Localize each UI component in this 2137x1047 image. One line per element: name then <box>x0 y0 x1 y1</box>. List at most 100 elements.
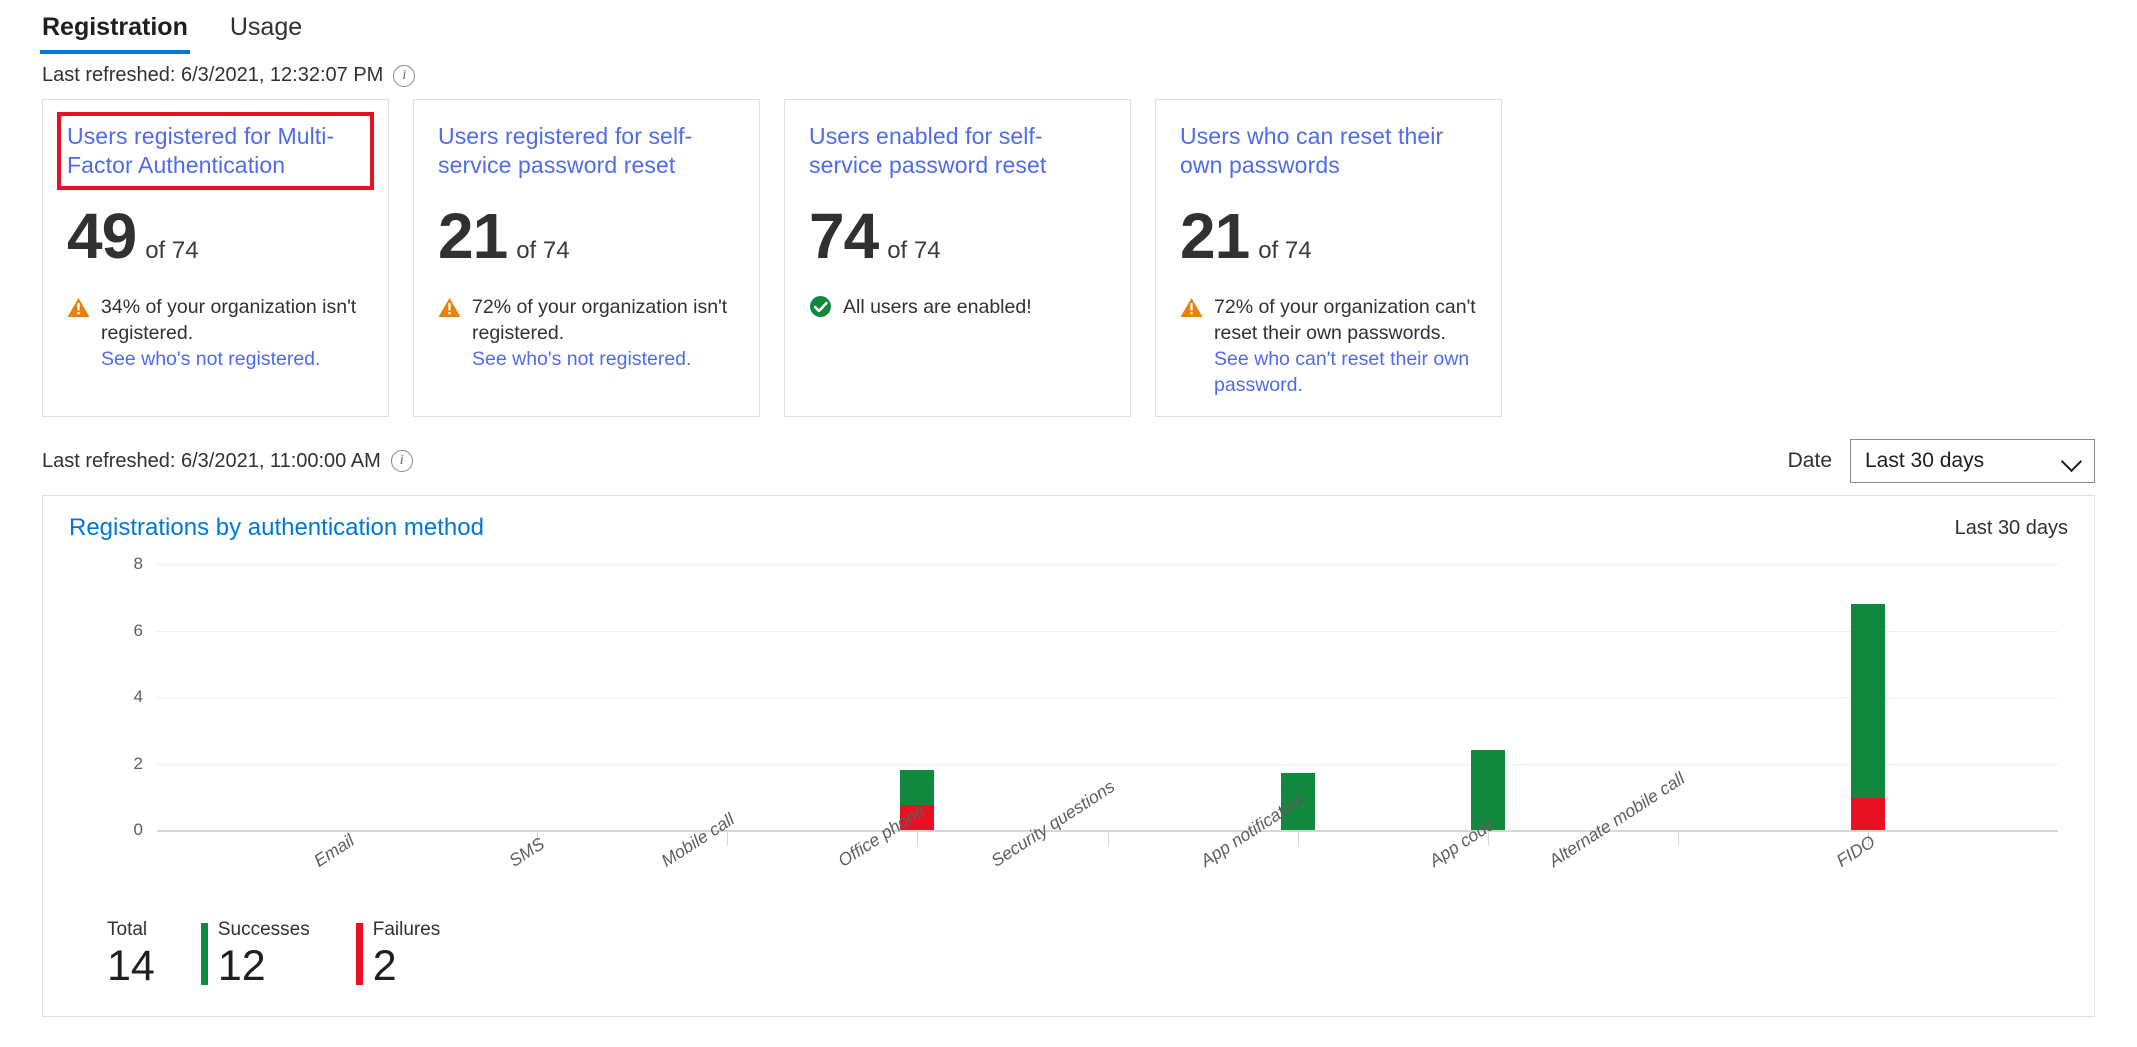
card-value: 21 <box>438 200 508 272</box>
card-total: of 74 <box>516 237 570 264</box>
x-axis-label: Alternate mobile call <box>1545 768 1689 871</box>
card-metric: 49 of 74 <box>67 204 364 268</box>
chart-legend: Total 14 Successes 12 Failures 2 <box>81 918 466 990</box>
x-axis-label: Office phone <box>834 799 929 871</box>
y-axis-tick-label: 2 <box>133 753 143 773</box>
y-axis-tick-label: 8 <box>133 554 143 573</box>
card-users-registered-mfa[interactable]: Users registered for Multi-Factor Authen… <box>42 99 389 417</box>
tab-usage[interactable]: Usage <box>228 8 304 54</box>
card-note: 34% of your organization isn't registere… <box>67 294 364 372</box>
tab-usage-label: Usage <box>229 13 303 41</box>
card-metric: 21 of 74 <box>438 204 735 268</box>
card-note-link[interactable]: See who can't reset their own password. <box>1214 348 1469 396</box>
card-note: 72% of your organization can't reset the… <box>1180 294 1477 398</box>
card-note-message: 72% of your organization isn't registere… <box>472 296 728 344</box>
card-users-can-reset-passwords[interactable]: Users who can reset their own passwords … <box>1155 99 1502 417</box>
bar-segment-failures[interactable] <box>1850 798 1885 830</box>
legend-label: Total <box>107 919 148 940</box>
card-note-text: 72% of your organization isn't registere… <box>472 294 735 372</box>
x-axis-label: SMS <box>505 833 548 871</box>
info-icon[interactable]: i <box>393 64 416 87</box>
legend-swatch-successes <box>200 923 208 985</box>
bar-fido[interactable] <box>1850 603 1885 830</box>
info-icon[interactable]: i <box>390 450 413 472</box>
card-title[interactable]: Users who can reset their own passwords <box>1180 122 1477 180</box>
y-axis-tick-label: 6 <box>133 620 143 640</box>
bar-chart: 0 2 4 6 8 Email SMS Mobile call Office phone Secu… <box>69 554 2068 871</box>
legend-label: Failures <box>372 919 441 940</box>
x-axis-tick <box>1677 830 1679 846</box>
x-axis-label: App notification <box>1196 788 1309 871</box>
y-axis-tick-label: 4 <box>133 687 143 706</box>
card-note-message: 72% of your organization can't reset the… <box>1214 296 1476 344</box>
chevron-down-icon <box>2062 451 2082 471</box>
gridline <box>157 763 2058 765</box>
card-value: 49 <box>67 200 137 272</box>
legend-value: 14 <box>107 942 155 990</box>
legend-item-successes: Successes 12 <box>200 918 310 990</box>
card-metric: 74 of 74 <box>809 204 1106 268</box>
summary-cards: Users registered for Multi-Factor Authen… <box>0 95 2137 417</box>
card-title[interactable]: Users registered for self-service passwo… <box>438 122 735 180</box>
warning-triangle-icon <box>1180 297 1203 323</box>
tab-bar: Registration Usage <box>0 0 2137 54</box>
x-axis-tick <box>1107 830 1109 846</box>
card-note-message: 34% of your organization isn't registere… <box>101 296 357 344</box>
card-note-text: 72% of your organization can't reset the… <box>1214 294 1477 398</box>
card-note-link[interactable]: See who's not registered. <box>101 348 320 370</box>
card-total: of 74 <box>1258 237 1312 264</box>
card-note: 72% of your organization isn't registere… <box>438 294 735 372</box>
card-note-text: 34% of your organization isn't registere… <box>101 294 364 372</box>
legend-text: Failures 2 <box>373 918 441 990</box>
card-title[interactable]: Users registered for Multi-Factor Authen… <box>57 112 374 190</box>
chart-filter-row: Last refreshed: 6/3/2021, 11:00:00 AM i … <box>0 417 2137 487</box>
legend-value: 12 <box>217 942 266 990</box>
warning-triangle-icon <box>67 297 90 323</box>
chart-title[interactable]: Registrations by authentication method <box>69 514 484 542</box>
legend-swatch-failures <box>355 923 363 985</box>
x-axis-label: Email <box>310 830 358 871</box>
gridline <box>157 630 2058 632</box>
legend-value: 2 <box>372 942 397 990</box>
date-filter-label: Date <box>1787 449 1832 472</box>
card-note-message: All users are enabled! <box>843 296 1032 318</box>
x-axis-tick <box>917 830 919 846</box>
card-metric: 21 of 74 <box>1180 204 1477 268</box>
legend-text: Total 14 <box>107 918 155 990</box>
y-axis-tick-label: 0 <box>133 820 143 839</box>
x-axis-label: Security questions <box>987 776 1119 871</box>
gridline <box>157 564 2058 565</box>
card-total: of 74 <box>887 237 941 264</box>
legend-item-total: Total 14 <box>107 918 155 990</box>
card-note-text: All users are enabled! <box>843 294 1032 320</box>
x-axis-label: Mobile call <box>657 808 738 871</box>
tab-registration-label: Registration <box>42 13 188 41</box>
card-value: 21 <box>1180 200 1250 272</box>
chart-refresh-text: Last refreshed: 6/3/2021, 11:00:00 AM <box>42 449 381 472</box>
plot-area: 0 2 4 6 8 Email SMS Mobile call Office phone Secu… <box>134 554 2058 871</box>
chart-panel: Registrations by authentication method L… <box>42 495 2095 1017</box>
card-note-link[interactable]: See who's not registered. <box>472 348 691 370</box>
card-users-enabled-sspr[interactable]: Users enabled for self-service password … <box>784 99 1131 417</box>
gridline <box>157 697 2058 698</box>
card-title[interactable]: Users enabled for self-service password … <box>809 122 1106 180</box>
top-refresh-row: Last refreshed: 6/3/2021, 12:32:07 PM i <box>0 54 2137 95</box>
card-note: All users are enabled! <box>809 294 1106 323</box>
legend-label: Successes <box>217 919 310 940</box>
date-range-select[interactable]: Last 30 days <box>1850 439 2095 483</box>
check-circle-icon <box>809 295 832 323</box>
card-total: of 74 <box>145 237 199 264</box>
bar-segment-successes[interactable] <box>1850 603 1885 799</box>
top-refresh-text: Last refreshed: 6/3/2021, 12:32:07 PM <box>42 64 384 86</box>
card-value: 74 <box>809 200 879 272</box>
x-axis-tick <box>1297 830 1299 846</box>
x-axis-label: FIDO <box>1832 831 1879 871</box>
legend-text: Successes 12 <box>218 918 310 990</box>
chart-header: Registrations by authentication method L… <box>43 496 2094 542</box>
warning-triangle-icon <box>438 297 461 323</box>
card-users-registered-sspr[interactable]: Users registered for self-service passwo… <box>413 99 760 417</box>
date-range-value: Last 30 days <box>1865 449 1985 472</box>
tab-registration[interactable]: Registration <box>40 8 190 54</box>
chart-range-label: Last 30 days <box>1954 516 2068 539</box>
legend-item-failures: Failures 2 <box>355 918 441 990</box>
